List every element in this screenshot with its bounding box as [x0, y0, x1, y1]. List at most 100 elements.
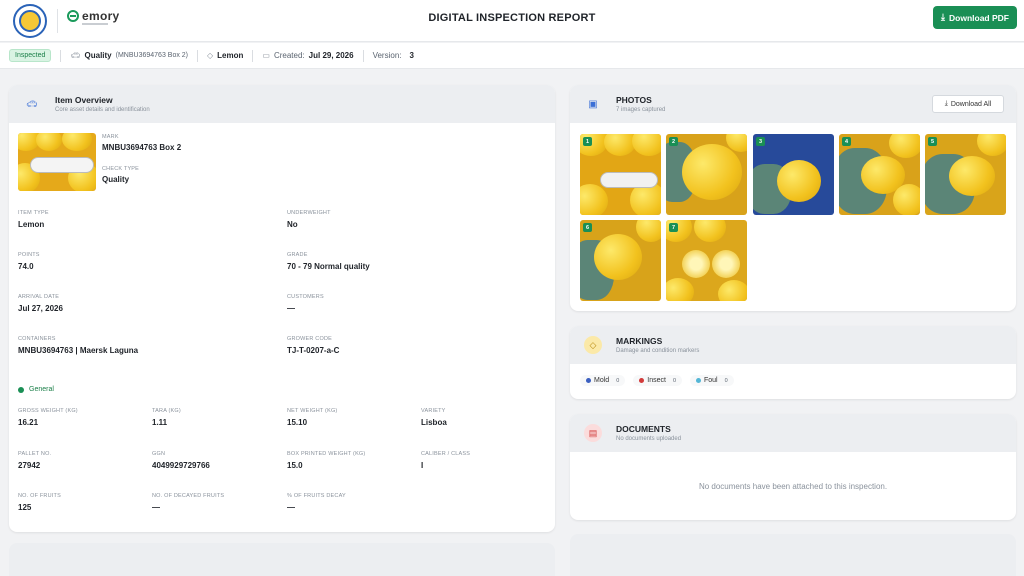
marking-count: 0: [616, 377, 620, 384]
mark-value: MNBU3694763 Box 2: [102, 143, 182, 152]
meta-check-type: 🚗︎ Quality (MNBU3694763 Box 2): [70, 51, 188, 60]
field-label: GGN: [152, 451, 166, 457]
field-no-of-decayed-fruits: NO. OF DECAYED FRUITS —: [152, 493, 224, 512]
image-icon: ▣: [588, 98, 598, 110]
field-tara: TARA (KG) 1.11: [152, 408, 181, 427]
mark-field: MARK MNBU3694763 Box 2: [102, 134, 181, 152]
status-badge: Inspected: [9, 49, 52, 62]
meta-version-label: Version:: [372, 51, 402, 60]
download-pdf-button[interactable]: ⤓ Download PDF: [933, 6, 1017, 29]
documents-title: DOCUMENTS: [616, 424, 671, 434]
photos-title: PHOTOS: [616, 95, 652, 105]
field-label: PALLET NO.: [18, 451, 52, 457]
field-value: 27942: [18, 461, 41, 470]
meta-version: Version: 3: [373, 51, 414, 60]
meta-created-value: Jul 29, 2026: [308, 51, 354, 60]
meta-created: ▭ Created: Jul 29, 2026: [262, 51, 353, 60]
field-label: CALIBER / CLASS: [421, 451, 471, 457]
photo-thumbnail[interactable]: 5: [925, 134, 1006, 215]
tag-icon: ◇: [584, 336, 602, 354]
field-value: 125: [18, 503, 32, 512]
field-grade: GRADE 70 - 79 Normal quality: [287, 252, 370, 271]
field-label: ARRIVAL DATE: [18, 294, 60, 300]
documents-header: ▤ DOCUMENTS No documents uploaded: [570, 414, 1016, 452]
field-value: 1.11: [152, 418, 168, 427]
marking-insect[interactable]: Insect 0: [633, 375, 682, 386]
field-points: POINTS 74.0: [18, 252, 40, 271]
field-value: TJ-T-0207-a-C: [287, 346, 340, 355]
markings-title: MARKINGS: [616, 336, 663, 346]
field-label: POINTS: [18, 252, 40, 258]
marking-count: 0: [672, 377, 676, 384]
car-icon: 🚗︎: [70, 51, 81, 60]
foul-dot-icon: [696, 378, 701, 383]
field-value: —: [152, 503, 160, 512]
field-label: NO. OF FRUITS: [18, 493, 61, 499]
field-label: GROSS WEIGHT (KG): [18, 408, 78, 414]
download-icon: ⤓: [944, 100, 948, 107]
photos-card: ▣ PHOTOS 7 images captured ⤓ Download Al…: [570, 85, 1016, 311]
field-value: 4049929729766: [152, 461, 210, 470]
general-section-header: General: [18, 386, 54, 393]
download-pdf-label: Download PDF: [949, 12, 1009, 23]
photo-thumbnail[interactable]: 4: [839, 134, 920, 215]
photo-thumbnail[interactable]: 3: [753, 134, 834, 215]
photo-thumbnail[interactable]: 2: [666, 134, 747, 215]
photo-thumbnail[interactable]: 7: [666, 220, 747, 301]
markings-subtitle: Damage and condition markers: [616, 348, 700, 354]
photo-number: 1: [583, 137, 592, 146]
field-arrival-date: ARRIVAL DATE Jul 27, 2026: [18, 294, 63, 313]
field-label: TARA (KG): [152, 408, 181, 414]
field-label: % OF FRUITS DECAY: [287, 493, 346, 499]
field-label: GRADE: [287, 252, 308, 258]
download-all-button[interactable]: ⤓ Download All: [932, 95, 1004, 113]
documents-card: ▤ DOCUMENTS No documents uploaded No doc…: [570, 414, 1016, 520]
markings-card: ◇ MARKINGS Damage and condition markers …: [570, 326, 1016, 399]
field-value: 16.21: [18, 418, 39, 427]
marking-label: Foul: [704, 377, 718, 384]
field-label: GROWER CODE: [287, 336, 332, 342]
field-value: MNBU3694763 | Maersk Laguna: [18, 346, 139, 355]
top-bar: emory DIGITAL INSPECTION REPORT ⤓ Downlo…: [0, 0, 1024, 42]
field-variety: VARIETY Lisboa: [421, 408, 447, 427]
markings-list: Mold 0 Insect 0 Foul 0: [580, 375, 742, 386]
item-overview-card: 🚗︎ Item Overview Core asset details and …: [9, 85, 555, 532]
photos-subtitle: 7 images captured: [616, 107, 666, 113]
field-underweight: UNDERWEIGHT No: [287, 210, 331, 229]
photo-thumbnail[interactable]: 1: [580, 134, 661, 215]
calendar-icon: ▭: [262, 51, 270, 60]
lower-right-card: [570, 534, 1016, 576]
mold-dot-icon: [586, 378, 591, 383]
documents-empty-message: No documents have been attached to this …: [698, 482, 888, 491]
field-label: UNDERWEIGHT: [287, 210, 331, 216]
marking-mold[interactable]: Mold 0: [580, 375, 626, 386]
mark-label: MARK: [102, 134, 119, 140]
check-type-field: CHECK TYPE Quality: [102, 166, 139, 184]
field-pallet-no: PALLET NO. 27942: [18, 451, 51, 470]
field-value: Jul 27, 2026: [18, 304, 63, 313]
item-thumbnail[interactable]: [18, 133, 96, 191]
meta-version-value: 3: [409, 51, 414, 60]
check-type-label: CHECK TYPE: [102, 166, 140, 172]
field-label: NET WEIGHT (KG): [287, 408, 338, 414]
photo-thumbnail[interactable]: 6: [580, 220, 661, 301]
photo-number: 7: [669, 223, 678, 232]
field-box-printed-weight: BOX PRINTED WEIGHT (KG) 15.0: [287, 451, 365, 470]
field-gross-weight: GROSS WEIGHT (KG) 16.21: [18, 408, 78, 427]
page-title: DIGITAL INSPECTION REPORT: [428, 12, 596, 24]
field-ggn: GGN 4049929729766: [152, 451, 210, 470]
field-value: I: [421, 461, 424, 470]
photos-header: ▣ PHOTOS 7 images captured ⤓ Download Al…: [570, 85, 1016, 123]
field-label: CUSTOMERS: [287, 294, 324, 300]
marking-foul[interactable]: Foul 0: [690, 375, 734, 386]
field-containers: CONTAINERS MNBU3694763 | Maersk Laguna: [18, 336, 138, 355]
field-value: 74.0: [18, 262, 34, 271]
marking-count: 0: [724, 377, 728, 384]
item-overview-header: 🚗︎ Item Overview Core asset details and …: [9, 85, 555, 123]
field-no-of-fruits: NO. OF FRUITS 125: [18, 493, 61, 512]
markings-header: ◇ MARKINGS Damage and condition markers: [570, 326, 1016, 364]
field-caliber-class: CALIBER / CLASS I: [421, 451, 470, 470]
photo-number: 4: [842, 137, 851, 146]
meta-created-label: Created:: [273, 51, 305, 60]
meta-item-type: ◇ Lemon: [207, 51, 243, 60]
